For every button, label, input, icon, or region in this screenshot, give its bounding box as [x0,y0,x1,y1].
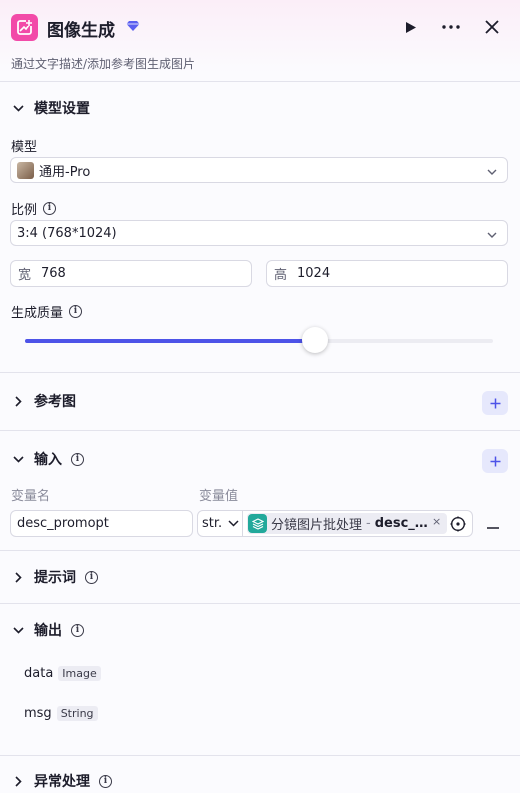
width-prefix: 宽 [18,268,32,283]
height-input[interactable]: 高 1024 [266,260,508,287]
info-icon[interactable]: i [85,570,98,584]
output-toggle[interactable]: 输出 i [11,619,84,641]
quality-slider-fill [25,339,316,343]
output-type-badge: String [56,706,98,721]
close-icon [485,20,499,34]
section-title: 提示词 [34,570,76,586]
variable-type-select[interactable]: str. [197,510,243,537]
section-title: 异常处理 [34,774,90,790]
model-settings-toggle[interactable]: 模型设置 [11,97,90,119]
info-icon[interactable]: i [69,305,83,318]
chevron-down-icon [487,165,497,180]
chevron-down-icon [11,452,25,466]
width-value: 768 [41,266,66,281]
error-section: 异常处理 i [0,756,520,793]
model-select[interactable]: 通用-Pro [10,157,508,183]
quality-label: 生成质量 i [11,302,83,321]
error-toggle[interactable]: 异常处理 i [11,770,112,792]
variable-type-value: str. [202,516,223,531]
reference-toggle[interactable]: 参考图 [11,390,76,412]
node-title: 图像生成 [47,21,115,41]
quality-slider-thumb[interactable] [302,327,329,353]
section-title: 模型设置 [34,101,90,117]
width-input[interactable]: 宽 768 [10,260,252,287]
chevron-right-icon [11,570,25,584]
node-header: 图像生成 通过文字描述/添加参考图生成图片 [0,0,520,82]
variable-name-input[interactable]: desc_promopt [10,510,193,537]
reference-section: 参考图 [0,373,520,431]
ratio-select[interactable]: 3:4 (768*1024) [10,220,508,246]
output-item: msg String [24,706,98,721]
height-value: 1024 [297,266,331,281]
target-icon[interactable] [450,516,466,536]
batch-node-icon [248,514,267,533]
column-header-name: 变量名 [11,489,51,504]
output-item: data Image [24,666,101,681]
chevron-down-icon [487,228,497,243]
output-type-badge: Image [58,666,101,681]
play-icon [406,21,416,33]
section-title: 参考图 [34,394,76,410]
info-icon[interactable]: i [43,202,57,215]
output-name: data [24,666,54,681]
diamond-icon [126,20,140,36]
ratio-label: 比例 i [11,199,57,218]
variable-name-value: desc_promopt [17,516,109,531]
minus-icon [487,527,499,529]
plus-icon [490,456,500,466]
reference-separator: - [366,516,371,531]
variable-reference-tag[interactable]: 分镜图片批处理 - desc_… [247,513,447,534]
info-icon[interactable]: i [99,774,112,788]
quality-slider-track[interactable] [25,339,493,343]
info-icon[interactable]: i [71,452,84,466]
more-icon [442,25,460,29]
plus-icon [490,398,500,408]
prompt-section: 提示词 i [0,551,520,604]
add-input-button[interactable] [482,449,508,473]
close-button[interactable] [480,15,504,39]
output-name: msg [24,706,52,721]
reference-source: 分镜图片批处理 [271,518,363,533]
node-description: 通过文字描述/添加参考图生成图片 [11,57,196,71]
run-button[interactable] [399,15,423,39]
height-prefix: 高 [274,268,288,283]
chevron-down-icon [11,623,25,637]
section-title: 输入 [34,452,62,468]
add-reference-button[interactable] [482,391,508,415]
section-title: 输出 [34,623,62,639]
chevron-right-icon [11,774,25,788]
chevron-down-icon [11,101,25,115]
chevron-down-icon [228,520,239,527]
image-generate-icon [11,14,38,41]
input-toggle[interactable]: 输入 i [11,448,84,470]
model-avatar-icon [17,161,34,179]
prompt-toggle[interactable]: 提示词 i [11,566,98,588]
ratio-value: 3:4 (768*1024) [17,225,117,241]
column-header-value: 变量值 [199,489,239,504]
remove-variable-button[interactable] [487,513,499,534]
model-label: 模型 [11,140,38,155]
model-value: 通用-Pro [39,164,91,180]
reference-variable: desc_… [374,516,428,531]
chevron-right-icon [11,394,25,408]
variable-value-field[interactable]: 分镜图片批处理 - desc_… × [243,510,473,537]
more-button[interactable] [439,15,463,39]
info-icon[interactable]: i [71,623,84,637]
remove-reference-button[interactable]: × [432,515,441,528]
